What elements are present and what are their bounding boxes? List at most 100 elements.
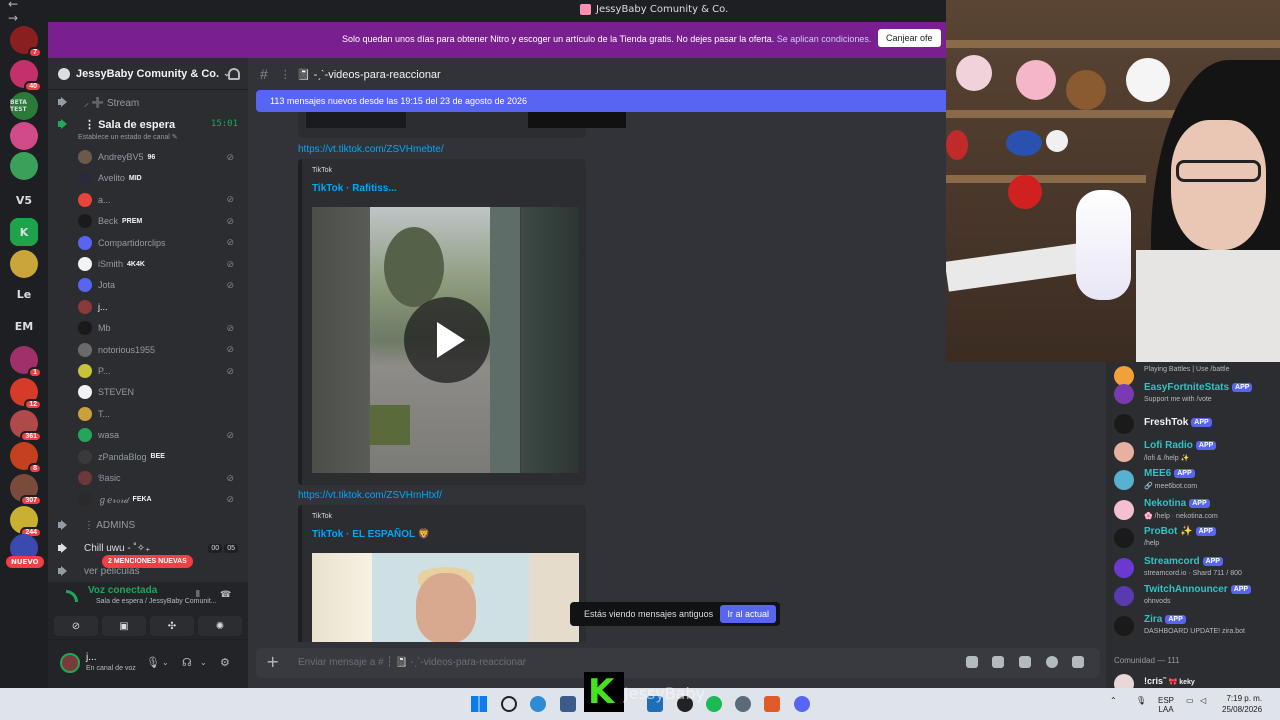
app-icon[interactable]: [560, 696, 576, 712]
server-icon[interactable]: 1: [10, 346, 42, 378]
gear-icon[interactable]: ⚙: [220, 656, 230, 669]
muted-icon: ⊘: [226, 279, 234, 290]
channel-waiting-room[interactable]: ⋮ Sala de espera 15:01: [48, 114, 248, 134]
server-icon[interactable]: Le: [10, 280, 38, 308]
server-icon[interactable]: [10, 250, 38, 278]
member-item[interactable]: Zira APP DASHBOARD UPDATE! zira.bot: [1114, 612, 1280, 640]
voice-title[interactable]: Voz conectada: [88, 585, 157, 596]
previous-embed-media: [306, 112, 406, 128]
member-item[interactable]: TwitchAnnouncer APP ohnvods: [1114, 582, 1280, 610]
banner-terms-link[interactable]: Se aplican condiciones.: [777, 34, 872, 44]
chevron-down-icon[interactable]: ⌄: [162, 658, 169, 667]
volume-icon[interactable]: ◁: [1200, 696, 1206, 705]
avatar[interactable]: [60, 653, 80, 673]
member-item[interactable]: Lofi Radio APP/lofi & /help ✨: [1114, 438, 1280, 466]
member-item[interactable]: Streamcord APP streamcord.io · Shard 711 /…: [1114, 554, 1280, 582]
settings-icon[interactable]: [735, 696, 751, 712]
server-icon[interactable]: 361: [10, 410, 42, 442]
embed-title[interactable]: TikTok · EL ESPAÑOL 🦁: [312, 529, 430, 540]
video-thumbnail[interactable]: [312, 553, 579, 642]
server-icon[interactable]: K: [10, 218, 38, 246]
noise-suppression-icon[interactable]: ⫴: [196, 590, 208, 602]
server-header[interactable]: JessyBaby Comunity & Co. ⌄: [48, 58, 248, 90]
play-icon[interactable]: [404, 297, 490, 383]
voice-member[interactable]: T...: [78, 405, 242, 423]
voice-member[interactable]: Jota ⊘: [78, 276, 242, 294]
server-icon[interactable]: V5: [10, 186, 38, 214]
member-item[interactable]: FreshTok APP: [1114, 410, 1280, 438]
server-icon[interactable]: [10, 122, 38, 150]
new-badge[interactable]: NUEVO: [6, 556, 44, 568]
screen-share-button[interactable]: ▣: [102, 616, 146, 636]
member-item[interactable]: MEE6 APP 🔗 mee6bot.com: [1114, 466, 1280, 494]
add-user-icon[interactable]: [228, 68, 240, 80]
server-icon[interactable]: 8: [10, 442, 42, 474]
server-icon[interactable]: 244: [10, 506, 42, 538]
chevron-up-icon[interactable]: ⌃: [1110, 696, 1117, 705]
microphone-icon[interactable]: 🎙: [1136, 696, 1146, 705]
voice-member[interactable]: AndreyBV5 96 ⊘: [78, 148, 242, 166]
brave-icon[interactable]: [764, 696, 780, 712]
server-icon[interactable]: 7: [10, 26, 42, 58]
channel-status-hint[interactable]: Establece un estado de canal ✎: [78, 133, 178, 141]
microphone-icon[interactable]: 🎙: [146, 656, 160, 669]
mentions-pill[interactable]: 2 MENCIONES NUEVAS: [102, 555, 193, 568]
disconnect-icon[interactable]: ☎: [220, 590, 232, 602]
chevron-down-icon[interactable]: ⌄: [200, 658, 207, 667]
server-icon[interactable]: 12: [10, 378, 42, 410]
member-item[interactable]: EasyFortniteStats APP Support me with /vot…: [1114, 380, 1280, 408]
headphones-icon[interactable]: ☊: [182, 656, 192, 669]
network-icon[interactable]: ▭: [1186, 696, 1194, 705]
voice-member[interactable]: notorious1955 ⊘: [78, 341, 242, 359]
user-name[interactable]: j...: [86, 652, 97, 663]
new-messages-bar[interactable]: 113 mensajes nuevos desde las 19:15 del …: [256, 90, 946, 112]
jump-to-present-button[interactable]: Ir al actual: [720, 605, 776, 623]
activities-button[interactable]: ✣: [150, 616, 194, 636]
voice-member[interactable]: Avelito MID: [78, 169, 242, 187]
server-icon[interactable]: [10, 152, 38, 180]
voice-member[interactable]: Beck PREM ⊘: [78, 212, 242, 230]
voice-member[interactable]: a... ⊘: [78, 191, 242, 209]
voice-member[interactable]: wasa ⊘: [78, 426, 242, 444]
member-item[interactable]: !cris˜ 🎀 keky: [1114, 670, 1280, 688]
edge-icon[interactable]: [530, 696, 546, 712]
search-icon[interactable]: [501, 696, 517, 712]
video-thumbnail[interactable]: [312, 207, 579, 473]
gift-icon[interactable]: [966, 656, 978, 668]
clock[interactable]: 7:19 p. m. 25/08/2026: [1222, 693, 1262, 715]
server-icon[interactable]: BETA TEST: [10, 92, 38, 120]
channel-stream[interactable]: ⸝ ➕ Stream: [48, 92, 248, 112]
channel-admins[interactable]: ⋮ ADMINS: [48, 515, 248, 535]
message-composer[interactable]: + Enviar mensaje a # ┆ 📓 -ˏˋ-videos-para…: [256, 648, 1100, 678]
discord-icon[interactable]: [794, 696, 810, 712]
voice-member[interactable]: 𝔅asic ⊘: [78, 469, 242, 487]
message-link[interactable]: https://vt.tiktok.com/ZSVHmHtxf/: [298, 490, 442, 501]
server-icon[interactable]: 307: [10, 474, 42, 506]
voice-member[interactable]: STEVEN: [78, 383, 242, 401]
emoji-icon[interactable]: [1046, 656, 1058, 668]
voice-member[interactable]: P... ⊘: [78, 362, 242, 380]
voice-member[interactable]: Mb ⊘: [78, 319, 242, 337]
soundboard-button[interactable]: ✺: [198, 616, 242, 636]
voice-member[interactable]: zPandaBlog BEE: [78, 448, 242, 466]
voice-member[interactable]: ℊℯ𝓇ℴ𝓇𝒹 FEKA ⊘: [78, 490, 242, 508]
message-input[interactable]: Enviar mensaje a # ┆ 📓 -ˏˋ-videos-para-r…: [298, 657, 526, 668]
camera-off-button[interactable]: ⊘: [54, 616, 98, 636]
member-item[interactable]: Nekotina APP 🌸 /help · nekotina.com: [1114, 496, 1280, 524]
voice-member[interactable]: iSmith 4K4K ⊘: [78, 255, 242, 273]
language-indicator[interactable]: ESP LAA: [1158, 696, 1174, 714]
server-icon[interactable]: EM: [10, 312, 38, 340]
apps-icon[interactable]: [1072, 656, 1084, 668]
message-link[interactable]: https://vt.tiktok.com/ZSVHmebte/: [298, 144, 444, 155]
windows-start-icon[interactable]: [471, 696, 487, 712]
embed-title[interactable]: TikTok · Rafitiss...: [312, 183, 397, 194]
server-icon[interactable]: 40: [10, 60, 42, 92]
voice-member[interactable]: Compartidorclips ⊘: [78, 234, 242, 252]
voice-member[interactable]: j...: [78, 298, 242, 316]
plus-icon[interactable]: +: [266, 652, 279, 671]
redeem-offer-button[interactable]: Canjear ofe: [878, 29, 941, 47]
spotify-icon[interactable]: [706, 696, 722, 712]
gif-icon[interactable]: [992, 656, 1004, 668]
sticker-icon[interactable]: [1019, 656, 1031, 668]
member-item[interactable]: ProBot ✨ APP/help: [1114, 524, 1280, 552]
